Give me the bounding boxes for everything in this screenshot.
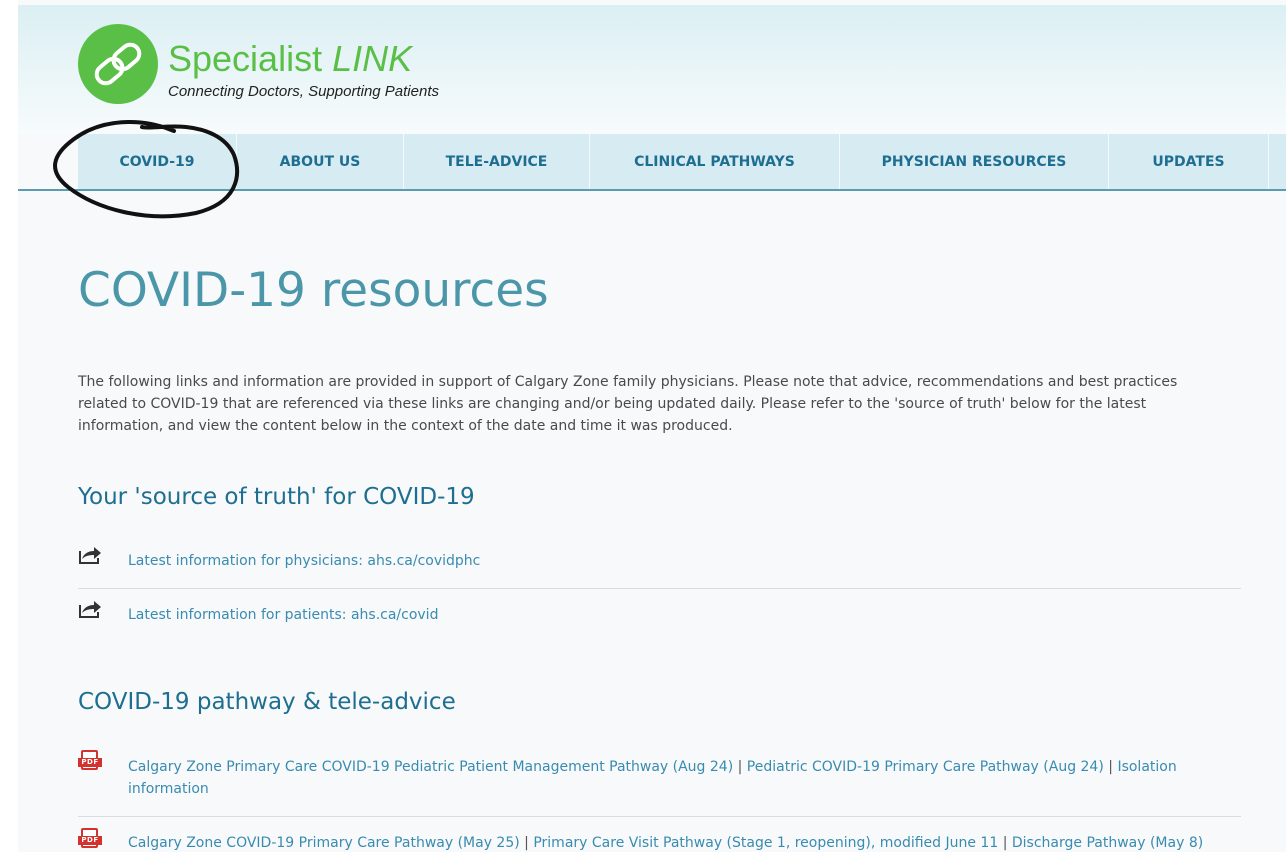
- pdf-icon: PDF: [78, 828, 102, 849]
- physician-info-link[interactable]: Latest information for physicians: ahs.c…: [128, 550, 480, 572]
- link-separator: |: [1002, 835, 1008, 851]
- pdf-label: PDF: [78, 836, 102, 845]
- logo-title[interactable]: Specialist LINK: [168, 39, 412, 79]
- external-link-icon: [79, 601, 101, 618]
- external-link-icon: [79, 547, 101, 564]
- pathway-links-line: Calgary Zone COVID-19 Primary Care Pathw…: [128, 832, 1278, 854]
- site-header: Specialist LINK Connecting Doctors, Supp…: [18, 5, 1286, 134]
- primary-care-visit-pathway-link[interactable]: Primary Care Visit Pathway (Stage 1, reo…: [533, 835, 998, 851]
- patient-info-link[interactable]: Latest information for patients: ahs.ca/…: [128, 604, 438, 626]
- logo-title-link: LINK: [332, 38, 413, 79]
- link-separator: |: [524, 835, 529, 851]
- nav-item-clinical-pathways[interactable]: CLINICAL PATHWAYS: [590, 134, 840, 189]
- nav-item-updates[interactable]: UPDATES: [1109, 134, 1269, 189]
- nav-item-tele-advice[interactable]: TELE-ADVICE: [404, 134, 590, 189]
- page-title: COVID-19 resources: [78, 263, 549, 318]
- intro-paragraph: The following links and information are …: [78, 374, 1178, 434]
- hand-drawn-circle-annotation: [53, 120, 239, 219]
- pediatric-management-pathway-link[interactable]: Calgary Zone Primary Care COVID-19 Pedia…: [128, 759, 733, 775]
- pathway-links-line: Calgary Zone Primary Care COVID-19 Pedia…: [128, 756, 1238, 800]
- list-item-patient-info: Latest information for patients: ahs.ca/…: [78, 596, 1241, 636]
- pdf-label: PDF: [78, 758, 102, 767]
- discharge-pathway-link[interactable]: Discharge Pathway (May 8): [1012, 835, 1203, 851]
- list-item-pathway-pediatric: PDF Calgary Zone Primary Care COVID-19 P…: [78, 748, 1241, 817]
- logo-tagline: Connecting Doctors, Supporting Patients: [168, 83, 439, 100]
- page: Specialist LINK Connecting Doctors, Supp…: [18, 0, 1286, 852]
- pediatric-primary-care-pathway-link[interactable]: Pediatric COVID-19 Primary Care Pathway …: [747, 759, 1104, 775]
- source-of-truth-heading: Your 'source of truth' for COVID-19: [78, 484, 475, 510]
- nav-item-about-us[interactable]: ABOUT US: [237, 134, 404, 189]
- nav-item-physician-resources[interactable]: PHYSICIAN RESOURCES: [840, 134, 1109, 189]
- list-item-pathway-primary-care: PDF Calgary Zone COVID-19 Primary Care P…: [78, 826, 1241, 852]
- pathway-heading: COVID-19 pathway & tele-advice: [78, 689, 456, 715]
- main-nav: COVID-19 ABOUT US TELE-ADVICE CLINICAL P…: [78, 134, 1286, 189]
- link-separator: |: [1108, 759, 1113, 775]
- logo-title-main: Specialist: [168, 38, 333, 79]
- covid-primary-care-pathway-link[interactable]: Calgary Zone COVID-19 Primary Care Pathw…: [128, 835, 520, 851]
- pdf-icon: PDF: [78, 750, 102, 771]
- list-item-physician-info: Latest information for physicians: ahs.c…: [78, 542, 1241, 589]
- link-separator: |: [737, 759, 743, 775]
- logo-chain-icon[interactable]: [78, 24, 158, 104]
